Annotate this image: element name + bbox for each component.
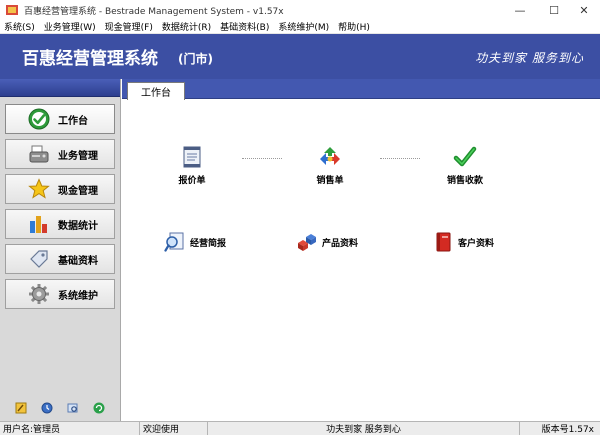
menu-system[interactable]: 系统(S) bbox=[4, 20, 35, 33]
app-edition: (门市) bbox=[178, 52, 213, 66]
menu-maintenance[interactable]: 系统维护(M) bbox=[278, 20, 329, 33]
green-check-circle-icon bbox=[28, 108, 50, 130]
banner-slogan: 功夫到家 服务到心 bbox=[475, 51, 584, 65]
tab-strip: 工作台 bbox=[122, 79, 600, 100]
sidebar-item-label: 基础资料 bbox=[58, 255, 98, 267]
refresh-icon[interactable] bbox=[93, 402, 105, 414]
business-report-label: 经营简报 bbox=[190, 238, 227, 249]
status-version: 版本号1.57x bbox=[541, 425, 594, 435]
quote-label: 报价单 bbox=[178, 176, 206, 186]
menu-cash[interactable]: 现金管理(F) bbox=[105, 20, 153, 33]
sales-receipt-button[interactable]: 销售收款 bbox=[425, 145, 505, 186]
product-info-label: 产品资料 bbox=[322, 238, 359, 249]
app-icon bbox=[5, 3, 19, 17]
workflow-connector bbox=[380, 158, 420, 159]
menu-bar: 系统(S) 业务管理(W) 现金管理(F) 数据统计(R) 基础资料(B) 系统… bbox=[0, 20, 600, 34]
menu-help[interactable]: 帮助(H) bbox=[338, 20, 370, 33]
sales-order-label: 销售单 bbox=[316, 176, 344, 186]
clock-icon[interactable] bbox=[41, 402, 53, 414]
sidebar-item-statistics[interactable]: 数据统计 bbox=[5, 209, 115, 239]
sidebar: 工作台 业务管理 现金管理 数据统计 基础资料 系统维护 bbox=[0, 79, 121, 421]
sidebar-item-label: 系统维护 bbox=[58, 290, 98, 302]
sidebar-item-cash[interactable]: 现金管理 bbox=[5, 174, 115, 204]
sidebar-item-label: 现金管理 bbox=[58, 185, 98, 197]
sidebar-item-business[interactable]: 业务管理 bbox=[5, 139, 115, 169]
menu-statistics[interactable]: 数据统计(R) bbox=[162, 20, 211, 33]
red-book-icon bbox=[432, 231, 454, 253]
business-report-button[interactable]: 经营简报 bbox=[164, 231, 226, 253]
magnifier-report-icon bbox=[164, 231, 186, 253]
sidebar-item-label: 数据统计 bbox=[58, 220, 98, 232]
edit-icon[interactable] bbox=[15, 402, 27, 414]
sidebar-header-strip bbox=[0, 79, 120, 97]
workbench-content: 报价单 销售单 销售收款 经营简报 产品资料 客户资料 bbox=[122, 100, 600, 421]
close-button[interactable]: ✕ bbox=[568, 0, 600, 20]
menu-basic-data[interactable]: 基础资料(B) bbox=[220, 20, 269, 33]
tag-icon bbox=[28, 248, 50, 270]
cubes-icon bbox=[296, 231, 318, 253]
sidebar-item-label: 业务管理 bbox=[58, 150, 98, 162]
fax-machine-icon bbox=[28, 143, 50, 165]
quote-button[interactable]: 报价单 bbox=[152, 145, 232, 186]
document-icon bbox=[180, 145, 204, 169]
customer-info-label: 客户资料 bbox=[458, 238, 495, 249]
tab-workbench[interactable]: 工作台 bbox=[127, 82, 185, 100]
green-checkmark-icon bbox=[453, 145, 477, 169]
recycle-arrows-icon bbox=[318, 145, 342, 169]
sidebar-item-workbench[interactable]: 工作台 bbox=[5, 104, 115, 134]
sidebar-item-maintenance[interactable]: 系统维护 bbox=[5, 279, 115, 309]
app-name: 百惠经营管理系统 bbox=[22, 49, 158, 69]
product-info-button[interactable]: 产品资料 bbox=[296, 231, 358, 253]
menu-business[interactable]: 业务管理(W) bbox=[44, 20, 96, 33]
work-area: 工作台 报价单 销售单 销售收款 经营简报 产品资料 客户资料 bbox=[122, 79, 600, 421]
sidebar-item-label: 工作台 bbox=[58, 115, 88, 127]
bar-chart-icon bbox=[28, 213, 50, 235]
sales-order-button[interactable]: 销售单 bbox=[290, 145, 370, 186]
gold-star-icon bbox=[28, 178, 50, 200]
gear-icon bbox=[28, 283, 50, 305]
window-title: 百惠经营管理系统 - Bestrade Management System - … bbox=[24, 6, 284, 17]
status-bar: 用户名:管理员 欢迎使用 功夫到家 服务到心 版本号1.57x bbox=[0, 421, 600, 435]
customer-info-button[interactable]: 客户资料 bbox=[432, 231, 494, 253]
status-welcome: 欢迎使用 bbox=[140, 421, 208, 435]
header-banner: 百惠经营管理系统 (门市) 功夫到家 服务到心 bbox=[0, 34, 600, 79]
sidebar-item-basic-data[interactable]: 基础资料 bbox=[5, 244, 115, 274]
workflow-connector bbox=[242, 158, 282, 159]
status-slogan: 功夫到家 服务到心 bbox=[208, 421, 520, 435]
sales-receipt-label: 销售收款 bbox=[446, 176, 483, 186]
status-user: 用户名:管理员 bbox=[0, 421, 140, 435]
search-window-icon[interactable] bbox=[67, 402, 79, 414]
sidebar-footer bbox=[0, 395, 120, 421]
